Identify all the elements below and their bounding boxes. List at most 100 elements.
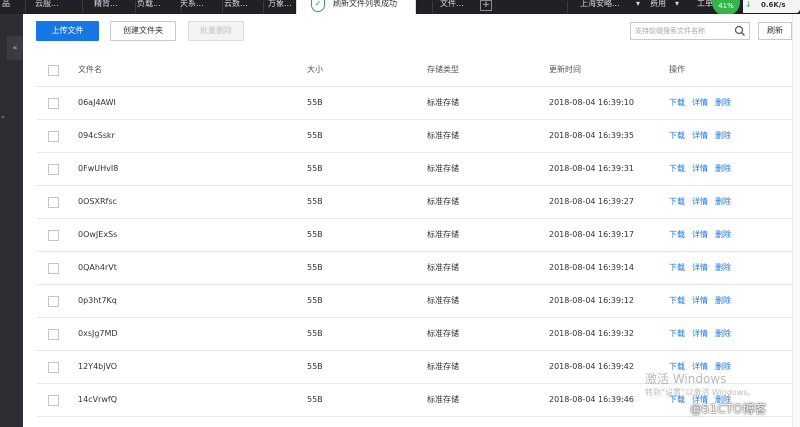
file-size: 55B xyxy=(307,296,323,305)
nav-item-4[interactable]: 天系... xyxy=(180,0,218,14)
download-link[interactable]: 下载 xyxy=(669,164,685,173)
delete-link[interactable]: 删除 xyxy=(715,263,731,272)
batch-delete-button: 批量删除 xyxy=(188,21,244,41)
row-checkbox[interactable] xyxy=(48,362,59,373)
file-size: 55B xyxy=(307,395,323,404)
nav-item-products[interactable]: 品 xyxy=(2,0,16,14)
download-link[interactable]: 下载 xyxy=(669,98,685,107)
download-link[interactable]: 下载 xyxy=(669,296,685,305)
header-storage-type: 存储类型 xyxy=(427,65,459,74)
activate-windows-title: 激活 Windows xyxy=(645,372,727,386)
updated-time: 2018-08-04 16:39:46 xyxy=(549,395,634,404)
file-name: 06aJ4AWI xyxy=(78,98,116,107)
check-circle-icon: ✓ xyxy=(311,0,325,12)
region-select[interactable]: 上海安略... xyxy=(580,0,635,14)
delete-link[interactable]: 删除 xyxy=(715,98,731,107)
toolbar: 上传文件 创建文件夹 批量删除 刷新 xyxy=(23,14,792,48)
download-link[interactable]: 下载 xyxy=(669,197,685,206)
delete-link[interactable]: 删除 xyxy=(715,131,731,140)
updated-time: 2018-08-04 16:39:17 xyxy=(549,230,634,239)
delete-link[interactable]: 删除 xyxy=(715,329,731,338)
delete-link[interactable]: 删除 xyxy=(715,296,731,305)
download-link[interactable]: 下载 xyxy=(669,131,685,140)
file-name: 0OwJExSs xyxy=(78,230,118,239)
row-checkbox[interactable] xyxy=(48,296,59,307)
add-tab-icon[interactable]: + xyxy=(480,0,492,11)
select-all-checkbox[interactable] xyxy=(48,65,59,76)
upload-file-button[interactable]: 上传文件 xyxy=(36,21,99,41)
file-size: 55B xyxy=(307,329,323,338)
row-checkbox[interactable] xyxy=(48,197,59,208)
search-input[interactable] xyxy=(631,23,731,39)
updated-time: 2018-08-04 16:39:12 xyxy=(549,296,634,305)
row-actions: 下载 详情 删除 xyxy=(669,219,738,251)
file-size: 55B xyxy=(307,230,323,239)
updated-time: 2018-08-04 16:39:14 xyxy=(549,263,634,272)
file-name: 0FwUHvI8 xyxy=(78,164,119,173)
download-link[interactable]: 下载 xyxy=(669,230,685,239)
file-name: 0p3ht7Kq xyxy=(78,296,117,305)
updated-time: 2018-08-04 16:39:31 xyxy=(549,164,634,173)
nav-item-5[interactable]: 云数... xyxy=(224,0,260,14)
row-actions: 下载 详情 删除 xyxy=(669,153,738,185)
refresh-button[interactable]: 刷新 xyxy=(758,22,792,40)
nav-separator xyxy=(432,1,433,13)
nav-item-1[interactable]: 云服... xyxy=(35,0,75,14)
nav-separator xyxy=(263,1,264,13)
file-list-panel: 上传文件 创建文件夹 批量删除 刷新 文件名 大小 存储类型 更新时间 操作 0… xyxy=(23,14,800,427)
detail-link[interactable]: 详情 xyxy=(692,164,708,173)
row-checkbox[interactable] xyxy=(48,230,59,241)
delete-link[interactable]: 删除 xyxy=(715,164,731,173)
scrollbar-track[interactable] xyxy=(792,14,800,427)
updated-time: 2018-08-04 16:39:32 xyxy=(549,329,634,338)
updated-time: 2018-08-04 16:39:35 xyxy=(549,131,634,140)
chevron-down-icon[interactable]: ⌄ xyxy=(0,112,6,120)
row-checkbox[interactable] xyxy=(48,263,59,274)
nav-item-2[interactable]: 精背... xyxy=(94,0,128,14)
detail-link[interactable]: 详情 xyxy=(692,296,708,305)
row-actions: 下载 详情 删除 xyxy=(669,120,738,152)
chevron-down-icon: ▾ xyxy=(675,0,680,8)
download-link[interactable]: 下载 xyxy=(669,329,685,338)
table-row: 0OSXRfsc 55B 标准存储 2018-08-04 16:39:27 下载 详情 删除 xyxy=(37,186,792,219)
download-link[interactable]: 下载 xyxy=(669,263,685,272)
detail-link[interactable]: 详情 xyxy=(692,197,708,206)
detail-link[interactable]: 详情 xyxy=(692,131,708,140)
row-checkbox[interactable] xyxy=(48,329,59,340)
table-row: 094cSskr 55B 标准存储 2018-08-04 16:39:35 下载 详情 删除 xyxy=(37,120,792,153)
nav-separator xyxy=(25,1,26,13)
delete-link[interactable]: 删除 xyxy=(715,197,731,206)
file-size: 55B xyxy=(307,362,323,371)
collapse-sidebar-icon[interactable]: « xyxy=(7,36,23,60)
chevron-down-icon: ▾ xyxy=(636,0,641,8)
row-checkbox[interactable] xyxy=(48,98,59,109)
detail-link[interactable]: 详情 xyxy=(692,263,708,272)
detail-link[interactable]: 详情 xyxy=(692,98,708,107)
nav-item-3[interactable]: 负载... xyxy=(137,0,175,14)
header-updated-time: 更新时间 xyxy=(549,65,581,74)
file-name: 094cSskr xyxy=(78,131,115,140)
create-folder-button[interactable]: 创建文件夹 xyxy=(110,21,176,41)
file-size: 55B xyxy=(307,131,323,140)
row-checkbox[interactable] xyxy=(48,395,59,406)
table-row: 0xsJg7MD 55B 标准存储 2018-08-04 16:39:32 下载 详情 删除 xyxy=(37,318,792,351)
download-rate: ↓ 0.6K/s xyxy=(743,0,800,13)
search-icon[interactable] xyxy=(734,25,746,37)
storage-type: 标准存储 xyxy=(427,263,459,272)
row-actions: 下载 详情 删除 xyxy=(669,87,738,119)
row-actions: 下载 详情 删除 xyxy=(669,252,738,284)
nav-separator xyxy=(82,1,83,13)
file-size: 55B xyxy=(307,164,323,173)
delete-link[interactable]: 删除 xyxy=(715,230,731,239)
file-name: 12Y4bjVO xyxy=(78,362,118,371)
header-size: 大小 xyxy=(307,65,323,74)
row-checkbox[interactable] xyxy=(48,164,59,175)
nav-item-billing[interactable]: 费用 xyxy=(650,0,672,14)
detail-link[interactable]: 详情 xyxy=(692,230,708,239)
header-name: 文件名 xyxy=(78,65,102,74)
download-rate-value: 0.6K/s xyxy=(761,1,786,9)
detail-link[interactable]: 详情 xyxy=(692,329,708,338)
row-checkbox[interactable] xyxy=(48,131,59,142)
nav-item-files[interactable]: 文件... xyxy=(440,0,474,14)
file-name: 0OSXRfsc xyxy=(78,197,117,206)
